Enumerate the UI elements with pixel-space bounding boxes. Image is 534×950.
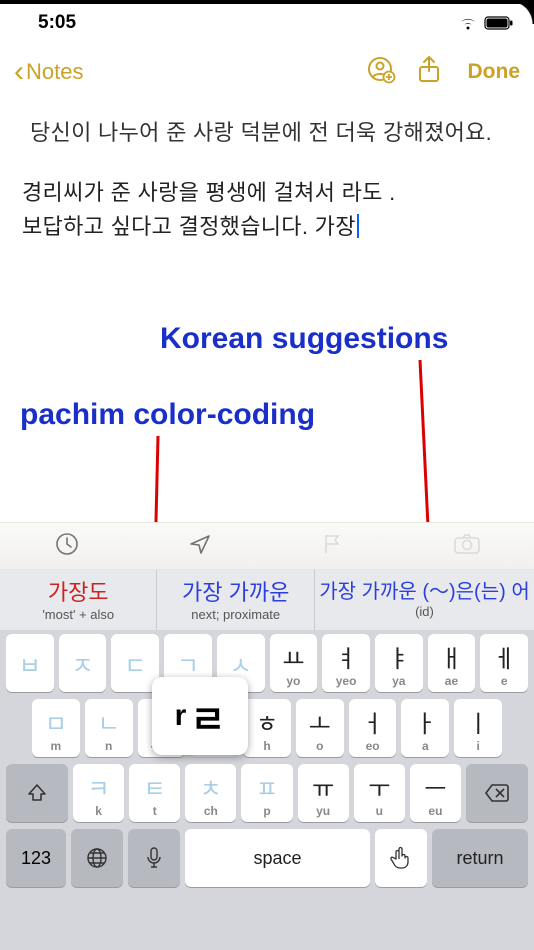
suggestion-1[interactable]: 가장도 'most' + also	[0, 570, 157, 630]
mic-icon	[145, 846, 163, 870]
key-yu[interactable]: ㅠyu	[298, 764, 349, 822]
key-eu[interactable]: ㅡeu	[410, 764, 461, 822]
flag-icon[interactable]	[320, 531, 346, 562]
key-yo[interactable]: ㅛyo	[270, 634, 318, 692]
annotation-korean-suggestions: Korean suggestions	[160, 322, 448, 356]
person-add-icon	[366, 55, 396, 85]
note-content[interactable]: 당신이 나누어 준 사랑 덕분에 전 더욱 강해졌어요. 경리씨가 준 사랑을 …	[0, 98, 534, 262]
key-u[interactable]: ㅜu	[354, 764, 405, 822]
note-toolbar	[0, 522, 534, 570]
hand-point-icon	[388, 845, 414, 871]
key-e[interactable]: ㅔe	[480, 634, 528, 692]
key-ㅈ[interactable]: ㅈ	[59, 634, 107, 692]
shift-key[interactable]	[6, 764, 68, 822]
key-row-2: ㅁmㄴnㅇ-/ngㄹㅎhㅗoㅓeoㅏaㅣi	[4, 699, 530, 757]
share-icon	[416, 55, 442, 85]
return-key[interactable]: return	[432, 829, 528, 887]
space-key[interactable]: space	[185, 829, 370, 887]
key-ch[interactable]: ㅊch	[185, 764, 236, 822]
keyboard: ㅂㅈㄷㄱㅅㅛyoㅕyeoㅑyaㅐaeㅔe rㄹ ㅁmㄴnㅇ-/ngㄹㅎhㅗoㅓe…	[0, 630, 534, 950]
key-o[interactable]: ㅗo	[296, 699, 344, 757]
collaborate-button[interactable]	[360, 55, 402, 90]
text-cursor	[357, 214, 359, 238]
key-m[interactable]: ㅁm	[32, 699, 80, 757]
key-n[interactable]: ㄴn	[85, 699, 133, 757]
globe-key[interactable]	[71, 829, 123, 887]
key-a[interactable]: ㅏa	[401, 699, 449, 757]
camera-icon[interactable]	[453, 533, 481, 560]
wifi-icon	[458, 16, 478, 30]
back-label: Notes	[26, 59, 83, 85]
key-p[interactable]: ㅍp	[241, 764, 292, 822]
key-yeo[interactable]: ㅕyeo	[322, 634, 370, 692]
note-paragraph-1: 당신이 나누어 준 사랑 덕분에 전 더욱 강해졌어요.	[22, 116, 512, 150]
backspace-icon	[484, 783, 510, 803]
suggestion-3[interactable]: 가장 가까운 (～)은(는) 어 (id)	[315, 570, 534, 630]
done-button[interactable]: Done	[468, 60, 521, 84]
share-button[interactable]	[408, 55, 450, 90]
key-row-1: ㅂㅈㄷㄱㅅㅛyoㅕyeoㅑyaㅐaeㅔe	[4, 634, 530, 692]
suggestion-2[interactable]: 가장 가까운 next; proximate	[157, 570, 314, 630]
key-k[interactable]: ㅋk	[73, 764, 124, 822]
key-h[interactable]: ㅎh	[243, 699, 291, 757]
back-button[interactable]: ‹ Notes	[14, 55, 83, 89]
key-i[interactable]: ㅣi	[454, 699, 502, 757]
status-time: 5:05	[38, 12, 76, 34]
shift-icon	[26, 782, 48, 804]
numbers-key[interactable]: 123	[6, 829, 66, 887]
location-icon[interactable]	[187, 531, 213, 562]
key-ae[interactable]: ㅐae	[428, 634, 476, 692]
key-ya[interactable]: ㅑya	[375, 634, 423, 692]
key-row-3: ㅋkㅌtㅊchㅍpㅠyuㅜuㅡeu	[4, 764, 530, 822]
chevron-left-icon: ‹	[14, 55, 24, 89]
key-row-4: 123 space return	[4, 829, 530, 887]
globe-icon	[85, 846, 109, 870]
key-eo[interactable]: ㅓeo	[349, 699, 397, 757]
key-t[interactable]: ㅌt	[129, 764, 180, 822]
note-paragraph-2: 경리씨가 준 사랑을 평생에 걸쳐서 라도 . 보답하고 싶다고 결정했습니다.…	[22, 176, 512, 244]
suggestion-bar: 가장도 'most' + also 가장 가까운 next; proximate…	[0, 570, 534, 630]
backspace-key[interactable]	[466, 764, 528, 822]
key-ㅂ[interactable]: ㅂ	[6, 634, 54, 692]
dictation-key[interactable]	[128, 829, 180, 887]
annotation-pachim: pachim color-coding	[20, 398, 315, 432]
handwriting-key[interactable]	[375, 829, 427, 887]
status-icons	[458, 16, 514, 30]
recent-icon[interactable]	[54, 531, 80, 562]
key-popup: rㄹ	[152, 677, 248, 755]
